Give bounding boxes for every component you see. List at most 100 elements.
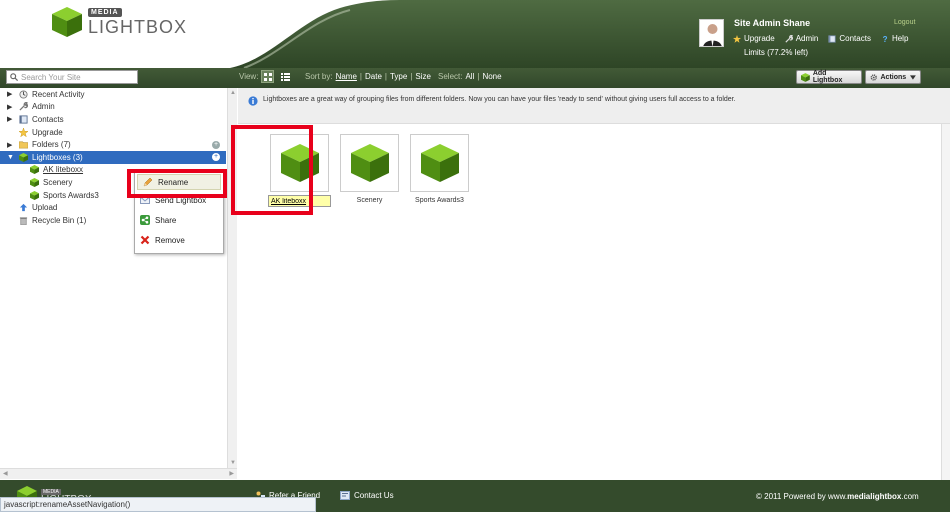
lightbox-label[interactable]: Scenery	[357, 197, 383, 204]
expand-arrow-icon[interactable]: ▶	[7, 90, 15, 98]
expand-arrow-icon[interactable]: ▶	[7, 103, 15, 111]
scroll-left-icon[interactable]: ◀	[3, 470, 8, 477]
contacts-label: Contacts	[839, 34, 871, 43]
expand-arrow-icon[interactable]: ▶	[7, 141, 15, 149]
brand-text: MEDIA LIGHTBOX	[88, 8, 187, 36]
svg-text:?: ?	[883, 35, 888, 43]
sidebar-item-recent-activity[interactable]: ▶ Recent Activity	[0, 88, 226, 101]
scroll-up-icon[interactable]: ▲	[230, 90, 236, 96]
clock-icon	[19, 90, 28, 99]
upgrade-link[interactable]: Upgrade	[733, 34, 775, 43]
list-view-button[interactable]	[279, 70, 292, 83]
sidebar-item-label: Recycle Bin (1)	[32, 215, 87, 225]
rename-highlight-box	[127, 169, 227, 198]
sidebar-item-contacts[interactable]: ▶ Contacts	[0, 113, 226, 126]
copyright-brand[interactable]: medialightbox	[847, 492, 901, 501]
expand-arrow-icon[interactable]: ▶	[7, 115, 15, 123]
logout-link[interactable]: Logout	[894, 19, 915, 26]
user-links: Upgrade Admin Contacts ? Help	[733, 34, 918, 43]
main-vertical-scrollbar[interactable]	[941, 124, 950, 480]
sort-date[interactable]: Date	[365, 72, 382, 81]
user-area: Site Admin Shane Logout Upgrade Admin Co…	[699, 17, 939, 61]
lightbox-cube-icon	[30, 165, 39, 175]
user-photo-icon	[700, 20, 723, 46]
collapse-arrow-icon[interactable]: ▼	[7, 154, 15, 161]
lightbox-cube-icon	[19, 152, 28, 162]
contacts-book-icon	[828, 34, 836, 43]
sidebar-item-label: Sports Awards3	[43, 190, 99, 200]
admin-label: Admin	[795, 34, 819, 43]
sort-sep: |	[384, 72, 387, 81]
contact-us-link[interactable]: Contact Us	[340, 491, 394, 500]
contact-label: Contact Us	[354, 491, 394, 500]
scroll-right-icon[interactable]: ▶	[229, 470, 234, 477]
lightbox-tile-scenery[interactable]: Scenery	[340, 134, 399, 207]
contacts-book-icon	[19, 115, 28, 124]
info-icon	[248, 96, 258, 106]
search-icon	[10, 73, 18, 81]
select-sep: |	[477, 72, 480, 81]
grid-icon	[263, 72, 272, 81]
sidebar-item-folders[interactable]: ▶ Folders (7) +	[0, 138, 226, 151]
select-label: Select:	[438, 72, 463, 81]
toolbar: View: Sort by: Name | Date | Type | Size…	[0, 68, 950, 88]
star-icon	[733, 34, 741, 43]
actions-button[interactable]: Actions	[865, 70, 921, 84]
sidebar-item-lightboxes[interactable]: ▼ Lightboxes (3) +	[0, 150, 226, 164]
sidebar-item-admin[interactable]: ▶ Admin	[0, 101, 226, 114]
sort-name[interactable]: Name	[336, 72, 357, 81]
upload-icon	[19, 204, 28, 212]
copyright-prefix: © 2011 Powered by www.	[756, 492, 848, 501]
sidebar-item-label: Contacts	[32, 114, 64, 124]
help-label: Help	[891, 34, 909, 43]
remove-label: Remove	[155, 235, 185, 245]
select-controls: Select: All | None	[438, 72, 502, 81]
search-box[interactable]	[6, 70, 138, 84]
browser-status-bar: javascript:renameAssetNavigation()	[0, 497, 316, 512]
list-icon	[281, 72, 290, 81]
lightbox-thumbnail[interactable]	[410, 134, 469, 192]
folder-icon	[19, 141, 28, 149]
lightbox-label[interactable]: Sports Awards3	[415, 197, 464, 204]
sidebar-item-label: Upload	[32, 203, 58, 213]
chevron-down-icon	[910, 74, 916, 80]
copyright-suffix: .com	[901, 492, 919, 501]
lightbox-cube-icon	[420, 144, 459, 182]
avatar[interactable]	[699, 19, 724, 47]
select-all[interactable]: All	[465, 72, 474, 81]
brand-name: LIGHTBOX	[88, 17, 188, 37]
share-menu-item[interactable]: Share	[135, 210, 223, 230]
sort-type[interactable]: Type	[390, 72, 407, 81]
admin-link[interactable]: Admin	[785, 34, 819, 43]
sidebar-item-upgrade[interactable]: Upgrade	[0, 126, 226, 139]
help-link[interactable]: ? Help	[881, 34, 909, 43]
storage-limits: Limits (77.2% left)	[744, 48, 809, 57]
info-bar: Lightboxes are a great way of grouping f…	[238, 88, 950, 124]
contacts-link[interactable]: Contacts	[828, 34, 871, 43]
sort-size[interactable]: Size	[415, 72, 431, 81]
wrench-icon	[785, 34, 793, 43]
sidebar-horizontal-scrollbar[interactable]: ◀ ▶	[0, 468, 237, 479]
contact-card-icon	[340, 491, 350, 500]
sidebar-item-label: Folders (7)	[32, 140, 71, 150]
logo[interactable]: MEDIA LIGHTBOX	[50, 5, 187, 39]
select-none[interactable]: None	[482, 72, 501, 81]
add-lightbox-button[interactable]: Add Lightbox	[796, 70, 862, 84]
copyright: © 2011 Powered by www.medialightbox.com	[756, 492, 919, 501]
lightbox-thumbnail[interactable]	[340, 134, 399, 192]
add-folder-icon[interactable]: +	[212, 140, 220, 149]
brand-media: MEDIA	[88, 8, 122, 17]
cube-logo-icon	[52, 7, 82, 37]
sidebar-item-label: Upgrade	[32, 127, 63, 137]
sidebar-item-label: Lightboxes (3)	[32, 152, 83, 162]
gear-icon	[870, 73, 877, 81]
remove-menu-item[interactable]: Remove	[135, 230, 223, 250]
lightbox-tile-sports-awards3[interactable]: Sports Awards3	[410, 134, 469, 207]
sidebar-item-label: Scenery	[43, 177, 73, 187]
search-input[interactable]	[21, 72, 136, 82]
sort-sep: |	[410, 72, 413, 81]
scroll-down-icon[interactable]: ▼	[230, 460, 236, 466]
actions-label: Actions	[880, 73, 907, 81]
add-lightbox-icon[interactable]: +	[212, 153, 220, 162]
grid-view-button[interactable]	[261, 70, 274, 83]
